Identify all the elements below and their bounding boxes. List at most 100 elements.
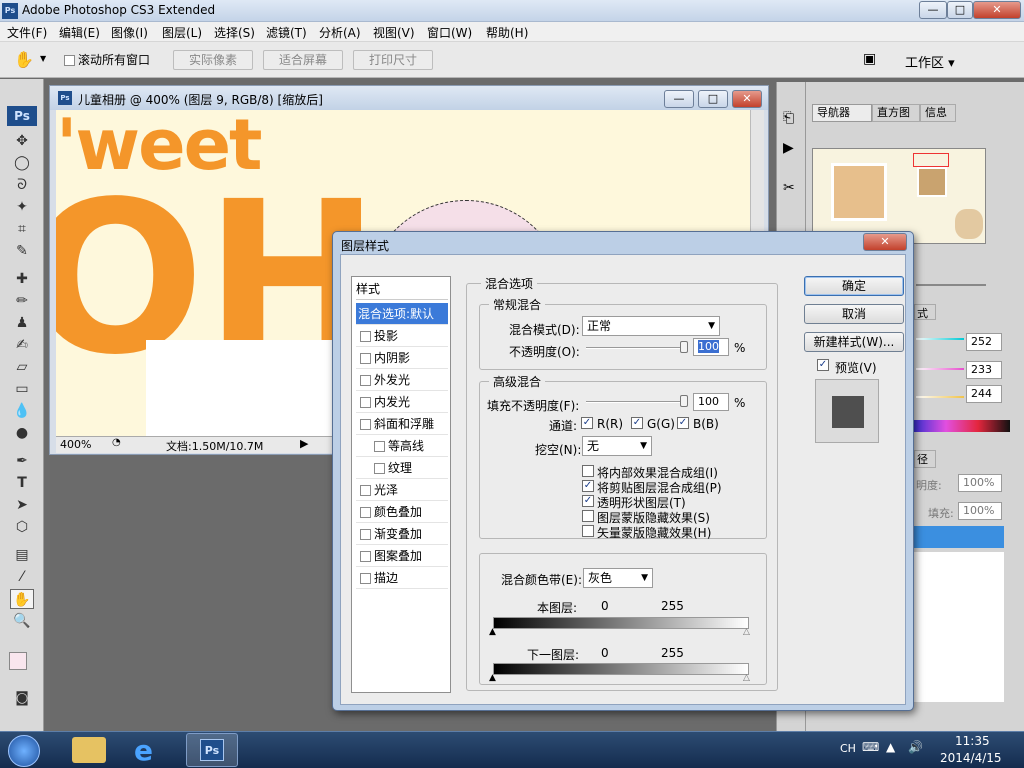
side-tab-paths[interactable]: 径	[914, 450, 936, 468]
lasso-tool-icon[interactable]: ᘐ	[10, 175, 34, 195]
advanced-option-checkbox[interactable]	[582, 525, 594, 537]
magic-wand-icon[interactable]: ✦	[10, 197, 34, 217]
actions-panel-icon[interactable]: ▶	[783, 140, 794, 156]
style-checkbox[interactable]	[374, 441, 385, 452]
cancel-button[interactable]: 取消	[804, 304, 904, 324]
hand-tool-icon[interactable]: ✋	[10, 589, 34, 609]
style-checkbox[interactable]	[360, 331, 371, 342]
status-menu-arrow-icon[interactable]: ▶	[300, 437, 308, 450]
style-checkbox[interactable]	[360, 353, 371, 364]
fill-opacity-field[interactable]: 100	[693, 393, 729, 411]
style-row[interactable]: 内发光	[356, 391, 448, 413]
opacity-slider-thumb[interactable]	[680, 341, 688, 353]
eraser-tool-icon[interactable]: ▱	[10, 357, 34, 377]
advanced-option-checkbox[interactable]: ✓	[582, 495, 594, 507]
history-brush-icon[interactable]: ✍	[10, 335, 34, 355]
advanced-option-checkbox[interactable]: ✓	[582, 480, 594, 492]
restore-button[interactable]: □	[947, 1, 973, 19]
healing-brush-icon[interactable]: ✚	[10, 269, 34, 289]
color-value-r[interactable]: 252	[966, 333, 1002, 351]
fit-screen-button[interactable]: 适合屏幕	[263, 50, 343, 70]
minimize-button[interactable]: —	[919, 1, 947, 19]
layers-list[interactable]	[912, 552, 1004, 702]
clock-time[interactable]: 11:35	[955, 734, 990, 748]
move-tool-icon[interactable]: ✥	[10, 131, 34, 151]
hand-tool-icon[interactable]: ✋	[14, 50, 34, 69]
close-button[interactable]: ✕	[973, 1, 1021, 19]
style-checkbox[interactable]	[360, 397, 371, 408]
underlying-white-handle[interactable]: △	[743, 673, 750, 683]
this-layer-white-handle[interactable]: △	[743, 627, 750, 637]
workspace-menu[interactable]: 工作区 ▾	[905, 52, 955, 71]
dodge-tool-icon[interactable]: ●	[10, 423, 34, 443]
start-button[interactable]	[8, 735, 40, 767]
blue-slider[interactable]	[916, 396, 964, 398]
doc-minimize-button[interactable]: —	[664, 90, 694, 108]
knockout-select[interactable]: 无 ▼	[582, 436, 652, 456]
photoshop-taskbar-button[interactable]: Ps	[186, 733, 238, 767]
color-value-b[interactable]: 244	[966, 385, 1002, 403]
navigator-view-box[interactable]	[913, 153, 949, 167]
style-checkbox[interactable]	[360, 529, 371, 540]
underlying-black-handle[interactable]: ▲	[489, 673, 496, 683]
blend-if-select[interactable]: 灰色 ▼	[583, 568, 653, 588]
ok-button[interactable]: 确定	[804, 276, 904, 296]
channel-g-checkbox[interactable]: ✓	[631, 417, 643, 429]
clock-date[interactable]: 2014/4/15	[940, 751, 1002, 765]
crop-tool-icon[interactable]: ⌗	[10, 219, 34, 239]
menu-image[interactable]: 图像(I)	[111, 24, 148, 41]
navigator-thumbnail[interactable]	[812, 148, 986, 244]
fill-opacity-slider-thumb[interactable]	[680, 395, 688, 407]
preview-checkbox[interactable]: ✓	[817, 359, 829, 371]
brush-tool-icon[interactable]: ✏	[10, 291, 34, 311]
color-value-g[interactable]: 233	[966, 361, 1002, 379]
clone-stamp-icon[interactable]: ♟	[10, 313, 34, 333]
style-row[interactable]: 颜色叠加	[356, 501, 448, 523]
layer-opacity-field[interactable]: 100%	[958, 474, 1002, 492]
marquee-tool-icon[interactable]: ◯	[10, 153, 34, 173]
advanced-option-checkbox[interactable]	[582, 510, 594, 522]
status-icon[interactable]: ◔	[112, 437, 121, 448]
styles-header[interactable]: 样式	[356, 279, 448, 300]
tool-presets-icon[interactable]: ✂	[783, 180, 795, 196]
side-tab-styles[interactable]: 式	[914, 304, 936, 320]
doc-close-button[interactable]: ✕	[732, 90, 762, 108]
selected-layer-row[interactable]	[912, 526, 1004, 548]
notes-tool-icon[interactable]: ▤	[10, 545, 34, 565]
print-size-button[interactable]: 打印尺寸	[353, 50, 433, 70]
menu-filter[interactable]: 滤镜(T)	[266, 24, 307, 41]
channel-b-checkbox[interactable]: ✓	[677, 417, 689, 429]
explorer-taskbar-icon[interactable]	[72, 737, 106, 763]
foreground-color-swatch[interactable]	[9, 652, 27, 670]
history-panel-icon[interactable]: ⎗	[783, 110, 794, 126]
style-row[interactable]: 外发光	[356, 369, 448, 391]
tab-info[interactable]: 信息	[920, 104, 956, 122]
navigator-zoom-slider[interactable]	[916, 284, 986, 286]
ime-indicator[interactable]: CH	[840, 742, 856, 755]
style-row[interactable]: 混合选项:默认	[356, 303, 448, 325]
zoom-tool-icon[interactable]: 🔍	[10, 611, 34, 631]
menu-view[interactable]: 视图(V)	[373, 24, 415, 41]
style-row[interactable]: 纹理	[356, 457, 448, 479]
menu-window[interactable]: 窗口(W)	[427, 24, 472, 41]
style-checkbox[interactable]	[360, 485, 371, 496]
menu-help[interactable]: 帮助(H)	[486, 24, 528, 41]
style-row[interactable]: 渐变叠加	[356, 523, 448, 545]
style-checkbox[interactable]	[360, 507, 371, 518]
style-checkbox[interactable]	[360, 551, 371, 562]
style-row[interactable]: 光泽	[356, 479, 448, 501]
tool-preset-dropdown-icon[interactable]: ▼	[40, 54, 46, 63]
this-layer-black-handle[interactable]: ▲	[489, 627, 496, 637]
ie-taskbar-icon[interactable]: e	[134, 734, 153, 767]
keyboard-icon[interactable]: ⌨	[862, 740, 879, 754]
gradient-tool-icon[interactable]: ▭	[10, 379, 34, 399]
opacity-slider[interactable]	[586, 347, 686, 349]
style-row[interactable]: 图案叠加	[356, 545, 448, 567]
dialog-close-button[interactable]: ✕	[863, 233, 907, 251]
tab-histogram[interactable]: 直方图	[872, 104, 920, 122]
style-checkbox[interactable]	[360, 573, 371, 584]
quick-mask-icon[interactable]: ◙	[10, 688, 34, 708]
shape-tool-icon[interactable]: ⬡	[10, 517, 34, 537]
red-slider[interactable]	[916, 338, 964, 340]
style-row[interactable]: 投影	[356, 325, 448, 347]
